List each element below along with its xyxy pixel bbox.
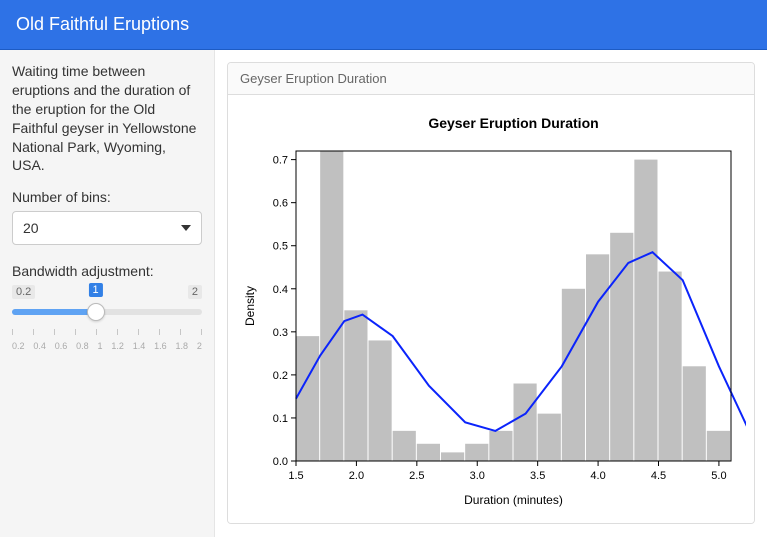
svg-text:Duration (minutes): Duration (minutes) — [464, 493, 563, 507]
main: Geyser Eruption Duration Geyser Eruption… — [215, 50, 767, 537]
app-header: Old Faithful Eruptions — [0, 0, 767, 50]
svg-text:0.4: 0.4 — [273, 284, 288, 296]
svg-text:0.1: 0.1 — [273, 413, 288, 425]
chevron-down-icon — [181, 225, 191, 231]
bins-select[interactable]: 20 — [12, 211, 202, 245]
slider-tick-labels: 0.20.40.60.811.21.41.61.82 — [12, 341, 202, 351]
slider-value-badge: 1 — [89, 283, 103, 297]
svg-text:3.5: 3.5 — [530, 470, 545, 482]
bandwidth-slider-section: 0.2 2 1 0.20.40.60.811.21.41.61.82 — [12, 285, 202, 351]
svg-text:1.5: 1.5 — [288, 470, 303, 482]
slider-min-label: 0.2 — [12, 285, 35, 299]
svg-text:0.7: 0.7 — [273, 155, 288, 167]
layout: Waiting time between eruptions and the d… — [0, 50, 767, 537]
svg-text:0.6: 0.6 — [273, 198, 288, 210]
slider-ticks — [12, 329, 202, 339]
svg-text:0.0: 0.0 — [273, 456, 288, 468]
bandwidth-label: Bandwidth adjustment: — [12, 263, 202, 279]
panel-title: Geyser Eruption Duration — [228, 63, 754, 95]
app-title: Old Faithful Eruptions — [16, 14, 189, 35]
svg-text:3.0: 3.0 — [470, 470, 485, 482]
svg-text:2.5: 2.5 — [409, 470, 424, 482]
svg-text:Geyser Eruption Duration: Geyser Eruption Duration — [428, 115, 598, 131]
plot-panel: Geyser Eruption Duration Geyser Eruption… — [227, 62, 755, 524]
plot-output: Geyser Eruption Duration 1.5 2.0 2.5 3.0 3.5 4… — [228, 95, 754, 523]
svg-text:0.3: 0.3 — [273, 327, 288, 339]
sidebar-description: Waiting time between eruptions and the d… — [12, 62, 202, 175]
slider-range-labels: 0.2 2 — [12, 285, 202, 299]
slider-handle[interactable] — [87, 303, 105, 321]
svg-text:0.2: 0.2 — [273, 370, 288, 382]
svg-text:2.0: 2.0 — [349, 470, 364, 482]
svg-text:5.0: 5.0 — [711, 470, 726, 482]
svg-text:4.5: 4.5 — [651, 470, 666, 482]
svg-text:Density: Density — [243, 286, 257, 326]
bins-value: 20 — [23, 220, 39, 236]
slider-fill — [12, 309, 96, 315]
svg-text:4.0: 4.0 — [590, 470, 605, 482]
histogram-plot: Geyser Eruption Duration 1.5 2.0 2.5 3.0 3.5 4… — [236, 106, 746, 516]
slider-max-label: 2 — [188, 285, 202, 299]
sidebar: Waiting time between eruptions and the d… — [0, 50, 215, 537]
bins-label: Number of bins: — [12, 189, 202, 205]
bandwidth-slider[interactable]: 1 — [12, 301, 202, 323]
svg-text:0.5: 0.5 — [273, 241, 288, 253]
